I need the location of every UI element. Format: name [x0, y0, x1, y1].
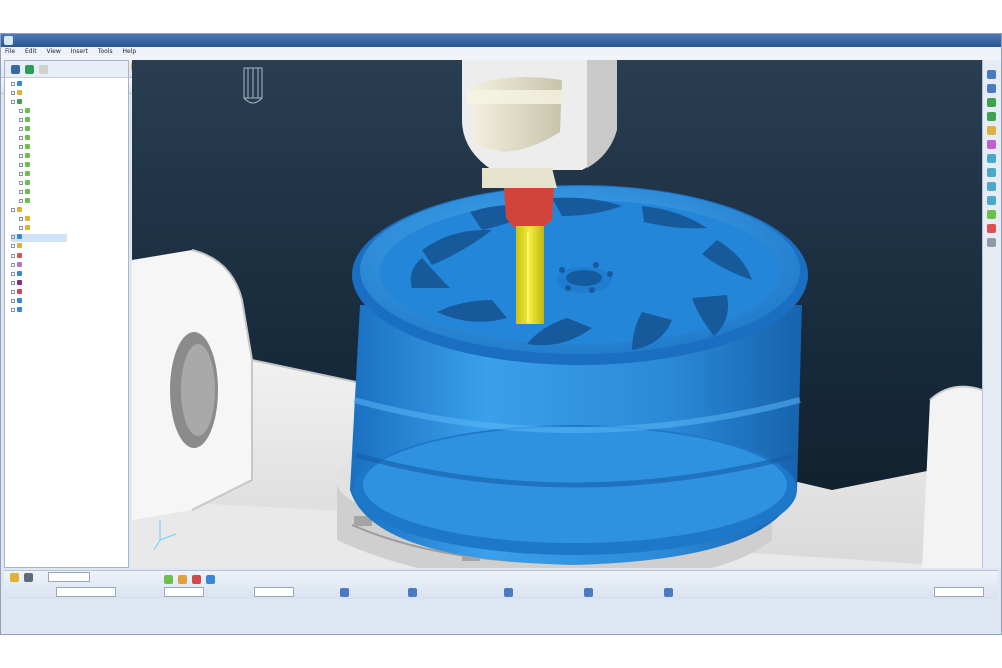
coordinate-icon[interactable]: [584, 588, 593, 597]
menu-view[interactable]: View: [43, 47, 65, 56]
box-zoom-icon[interactable]: [987, 140, 996, 149]
tree-item[interactable]: [19, 225, 32, 233]
status-bar: [4, 570, 998, 599]
zoom-in-icon[interactable]: [987, 98, 996, 107]
tree-item[interactable]: [19, 189, 32, 197]
alloy-wheel: [350, 185, 808, 565]
pin-icon[interactable]: [39, 65, 48, 74]
tree-item[interactable]: [19, 216, 32, 224]
menu-help[interactable]: Help: [119, 47, 141, 56]
3d-viewport[interactable]: [132, 60, 982, 568]
draw-toolpath-icon[interactable]: [164, 575, 173, 584]
tree-item[interactable]: [11, 271, 24, 279]
view-toolbar-right: [982, 60, 1001, 568]
menu-file[interactable]: File: [1, 47, 19, 56]
menu-insert[interactable]: Insert: [67, 47, 92, 56]
explorer-icon[interactable]: [11, 65, 20, 74]
gouge-check-icon[interactable]: [192, 575, 201, 584]
app-icon: [4, 36, 13, 45]
cam-icon[interactable]: [25, 65, 34, 74]
explorer-bottom-tabs: [4, 571, 129, 585]
rotate-icon[interactable]: [987, 70, 996, 79]
tree-item[interactable]: [11, 90, 24, 98]
window-titlebar: [1, 34, 1001, 47]
tree-item[interactable]: [11, 307, 24, 315]
menu-bar: File Edit View Insert Tools Help: [1, 47, 1001, 56]
status-field-1[interactable]: [48, 572, 90, 582]
tolerance-icon[interactable]: [504, 588, 513, 597]
measure-icon[interactable]: [987, 238, 996, 247]
tree-item[interactable]: [19, 198, 32, 206]
machine-simulation-graphic: [132, 60, 982, 568]
list-icon[interactable]: [24, 573, 33, 582]
workplane-status-icon[interactable]: [408, 588, 417, 597]
tree-item[interactable]: [19, 144, 32, 152]
status-field-5: [934, 587, 984, 597]
tool-holder: [504, 188, 554, 228]
tree-item[interactable]: [11, 289, 24, 297]
menu-tools[interactable]: Tools: [94, 47, 117, 56]
status-field-4: [254, 587, 294, 597]
tree-item[interactable]: [19, 117, 32, 125]
tree-item[interactable]: [11, 81, 24, 89]
collision-check-icon[interactable]: [206, 575, 215, 584]
tree-item[interactable]: [19, 162, 32, 170]
shaded-view-icon[interactable]: [987, 210, 996, 219]
zoom-out-icon[interactable]: [987, 112, 996, 121]
iso-view-icon[interactable]: [987, 154, 996, 163]
units-icon[interactable]: [340, 588, 349, 597]
tree-item[interactable]: [11, 262, 24, 270]
pan-icon[interactable]: [987, 84, 996, 93]
tree-item[interactable]: [11, 207, 24, 215]
undraw-toolpath-icon[interactable]: [178, 575, 187, 584]
menu-edit[interactable]: Edit: [21, 47, 41, 56]
folder-icon[interactable]: [10, 573, 19, 582]
tree-item[interactable]: [11, 253, 24, 261]
tree-item[interactable]: [19, 126, 32, 134]
tree-item[interactable]: [11, 298, 24, 306]
section-icon[interactable]: [987, 224, 996, 233]
tree-item[interactable]: [19, 180, 32, 188]
front-view-icon[interactable]: [987, 182, 996, 191]
tree-item[interactable]: [19, 153, 32, 161]
tree-item[interactable]: [11, 280, 24, 288]
tree-item[interactable]: [11, 99, 24, 107]
left-trunnion: [132, 249, 253, 520]
tree-item[interactable]: [19, 108, 32, 116]
tree-item-selected[interactable]: [11, 234, 67, 242]
right-trunnion: [922, 385, 982, 568]
fit-icon[interactable]: [987, 126, 996, 135]
tree-item[interactable]: [19, 171, 32, 179]
side-view-icon[interactable]: [987, 196, 996, 205]
top-view-icon[interactable]: [987, 168, 996, 177]
tree-item[interactable]: [19, 135, 32, 143]
explorer-header: [5, 61, 128, 78]
grid-status-icon[interactable]: [664, 588, 673, 597]
tool-shank: [516, 226, 544, 324]
status-field-2: [56, 587, 116, 597]
status-field-3: [164, 587, 204, 597]
explorer-panel: [4, 60, 129, 568]
tree-item[interactable]: [11, 243, 24, 251]
